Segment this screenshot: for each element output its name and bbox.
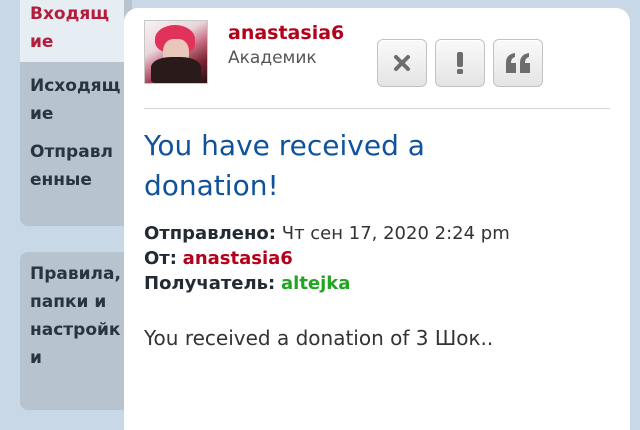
delete-button[interactable] [377,39,427,87]
sent-date-line: Отправлено: Чт сен 17, 2020 2:24 pm [144,222,510,246]
from-line: От: anastasia6 [144,247,293,271]
from-label: От: [144,248,177,269]
recipient-username-link[interactable]: altejka [281,273,350,294]
quote-icon [506,53,530,73]
folder-outbox[interactable]: Исходящие [20,62,132,128]
folder-sent[interactable]: Отправленные [20,128,132,194]
sent-label: Отправлено: [144,223,276,244]
folder-inbox[interactable]: Входящие [20,0,124,62]
author-rank: Академик [228,48,317,68]
rules-folders-settings-link[interactable]: Правила, папки и настройки [20,252,132,372]
recipient-label: Получатель: [144,273,276,294]
close-icon [394,55,410,71]
message-panel: anastasia6 Академик You have received a … [124,8,630,430]
exclamation-icon [457,52,463,74]
folder-list: Входящие Исходящие Отправленные [20,0,132,226]
avatar[interactable] [144,20,208,84]
settings-group: Правила, папки и настройки [20,252,132,410]
avatar-arm [151,57,201,83]
message-body: You received a donation of 3 Шок.. [144,326,494,350]
author-username[interactable]: anastasia6 [228,22,344,44]
sent-date: Чт сен 17, 2020 2:24 pm [281,223,510,244]
quote-button[interactable] [493,39,543,87]
message-subject: You have received a donation! [144,129,425,202]
report-button[interactable] [435,39,485,87]
recipient-line: Получатель: altejka [144,272,350,296]
from-username-link[interactable]: anastasia6 [183,248,293,269]
header-divider [144,108,610,109]
